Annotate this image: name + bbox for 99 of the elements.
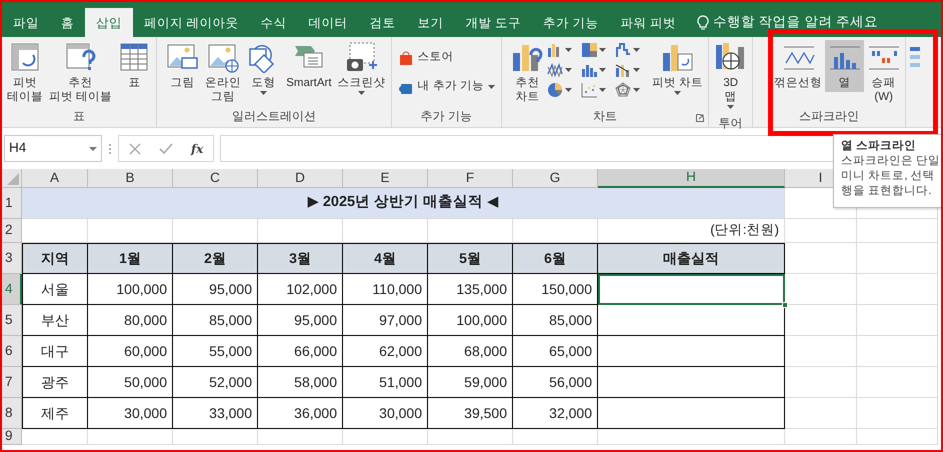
column-header[interactable]: H xyxy=(598,169,785,188)
table-cell: 58,000 xyxy=(258,367,343,398)
column-header[interactable]: F xyxy=(428,169,513,188)
ribbon-button[interactable]: 승패 (W) xyxy=(864,40,904,106)
ribbon-tab[interactable]: 페이지 레이아웃 xyxy=(133,8,250,37)
group-label: 스파크라인 xyxy=(799,108,860,125)
ribbon-tab[interactable]: 데이터 xyxy=(297,8,358,37)
column-heading: 6월 xyxy=(513,243,598,274)
table-cell: 33,000 xyxy=(173,398,258,429)
column-header[interactable]: G xyxy=(513,169,598,188)
table-cell: 50,000 xyxy=(88,367,173,398)
table-cell: 150,000 xyxy=(513,274,598,305)
table-cell: 51,000 xyxy=(343,367,428,398)
ribbon-tab[interactable]: 파워 피벗 xyxy=(609,8,687,37)
table-cell: 30,000 xyxy=(343,398,428,429)
tooltip-title: 열 스파크라인 xyxy=(841,139,918,154)
ribbon-tab[interactable]: 수식 xyxy=(249,8,298,37)
group-label: 추가 기능 xyxy=(420,108,472,125)
column-heading: 3월 xyxy=(258,243,343,274)
sheet-title: ▶ 2025년 상반기 매출실적 ◀ xyxy=(22,188,785,219)
ribbon-button[interactable]: 내 추가 기능 xyxy=(394,75,499,98)
ribbon-tab[interactable]: 검토 xyxy=(358,8,406,37)
table-cell: 66,000 xyxy=(258,336,343,367)
column-header[interactable]: C xyxy=(173,169,258,188)
group-label: 차트 xyxy=(593,108,618,125)
ribbon-tab[interactable]: 추가 기능 xyxy=(532,8,610,37)
table-cell: 68,000 xyxy=(428,336,513,367)
column-heading: 1월 xyxy=(88,243,173,274)
tooltip-text: 스파크라인은 단일 xyxy=(841,154,941,169)
group-label: 표 xyxy=(73,108,86,125)
table-cell: 56,000 xyxy=(513,367,598,398)
insert-function-button[interactable]: fx xyxy=(191,140,204,158)
table-cell: 59,000 xyxy=(428,367,513,398)
table-cell: 55,000 xyxy=(173,336,258,367)
table-cell: 부산 xyxy=(22,305,88,336)
ribbon-button[interactable]: SmartArt xyxy=(283,40,335,92)
ribbon-button[interactable]: 표 xyxy=(115,40,154,92)
ribbon-button[interactable]: 온라인 그림 xyxy=(202,40,244,106)
table-cell: 대구 xyxy=(22,336,88,367)
table-cell: 100,000 xyxy=(88,274,173,305)
ribbon-button[interactable]: 그림 xyxy=(163,40,202,92)
group-label: 투어 xyxy=(718,115,743,132)
group-label: 일러스트레이션 xyxy=(232,108,316,125)
table-cell: 제주 xyxy=(22,398,88,429)
table-cell: 62,000 xyxy=(343,336,428,367)
table-cell: 서울 xyxy=(22,274,88,305)
ribbon-button[interactable]: 도형 xyxy=(244,40,284,101)
table-cell: 100,000 xyxy=(428,305,513,336)
table-cell: 102,000 xyxy=(258,274,343,305)
row-header[interactable]: 2 xyxy=(2,219,22,243)
table-cell: 60,000 xyxy=(88,336,173,367)
table-cell: 80,000 xyxy=(88,305,173,336)
column-heading: 4월 xyxy=(343,243,428,274)
column-heading: 지역 xyxy=(22,243,88,274)
table-cell: 32,000 xyxy=(513,398,598,429)
ribbon-button[interactable]: 피벗 차트 xyxy=(648,40,706,101)
column-heading: 5월 xyxy=(428,243,513,274)
table-cell: 65,000 xyxy=(513,336,598,367)
table-cell: 95,000 xyxy=(258,305,343,336)
tell-me-search[interactable]: 수행할 작업을 알려 주세요 xyxy=(712,12,878,33)
column-header[interactable]: E xyxy=(343,169,428,188)
ribbon-tab[interactable]: 파일 xyxy=(2,8,50,37)
row-header[interactable]: 9 xyxy=(2,429,22,445)
ribbon-button[interactable]: 스토어 xyxy=(394,46,499,70)
column-header[interactable]: A xyxy=(22,169,88,188)
row-header[interactable]: 5 xyxy=(2,305,22,336)
ribbon-button[interactable]: 추천 피벗 테이블 xyxy=(46,40,116,106)
ribbon-button[interactable]: 피벗 테이블 xyxy=(4,40,46,106)
table-cell: 36,000 xyxy=(258,398,343,429)
column-header[interactable]: D xyxy=(258,169,343,188)
ribbon-tab[interactable]: 개발 도구 xyxy=(454,8,532,37)
ribbon-button[interactable]: 추천 차트 xyxy=(508,40,547,106)
column-heading: 매출실적 xyxy=(598,243,785,274)
ribbon-tab[interactable]: 홈 xyxy=(50,8,85,37)
table-cell: 85,000 xyxy=(173,305,258,336)
table-cell: 110,000 xyxy=(343,274,428,305)
ribbon-button[interactable]: 꺾은선형 xyxy=(771,40,826,92)
name-box[interactable]: H4 xyxy=(4,135,102,162)
table-cell: 52,000 xyxy=(173,367,258,398)
table-cell: 95,000 xyxy=(173,274,258,305)
row-header[interactable]: 4 xyxy=(2,274,22,305)
row-header[interactable]: 8 xyxy=(2,398,22,429)
column-heading: 2월 xyxy=(173,243,258,274)
table-cell: 30,000 xyxy=(88,398,173,429)
row-header[interactable]: 1 xyxy=(2,188,22,219)
ribbon-button[interactable]: 3D 맵 xyxy=(711,40,750,115)
table-cell: 85,000 xyxy=(513,305,598,336)
ribbon-tab[interactable]: 보기 xyxy=(406,8,454,37)
row-header[interactable]: 7 xyxy=(2,367,22,398)
column-header[interactable]: B xyxy=(88,169,173,188)
ribbon-button[interactable]: 스크린샷 xyxy=(334,40,389,101)
row-header[interactable]: 3 xyxy=(2,243,22,274)
table-cell: 광주 xyxy=(22,367,88,398)
ribbon-tab[interactable]: 삽입 xyxy=(85,8,133,37)
table-cell: 135,000 xyxy=(428,274,513,305)
ribbon-button[interactable]: 열 xyxy=(825,40,864,92)
table-cell: 97,000 xyxy=(343,305,428,336)
row-header[interactable]: 6 xyxy=(2,336,22,367)
table-cell: 39,500 xyxy=(428,398,513,429)
